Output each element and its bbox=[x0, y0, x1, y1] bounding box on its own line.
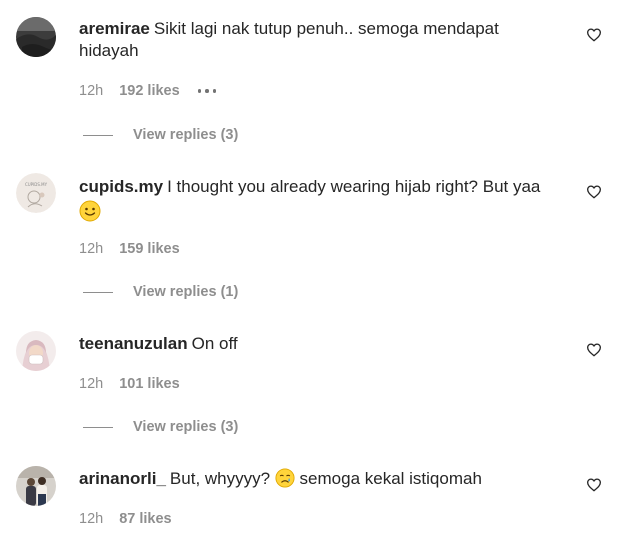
avatar[interactable] bbox=[16, 466, 56, 506]
comment-body-continued: semoga kekal istiqomah bbox=[299, 469, 482, 488]
comment-body: But, whyyyy? bbox=[169, 469, 271, 488]
comment-text: arinanorli_ But, whyyyy? semoga kekal ist… bbox=[79, 468, 559, 490]
crying-face-icon bbox=[275, 468, 295, 488]
heart-outline-icon[interactable] bbox=[586, 477, 602, 493]
likes-count[interactable]: 87 likes bbox=[119, 509, 171, 529]
comment: arinanorli_ But, whyyyy? semoga kekal ist… bbox=[0, 0, 618, 548]
timestamp[interactable]: 12h bbox=[79, 509, 103, 529]
username[interactable]: arinanorli_ bbox=[79, 469, 166, 488]
comment-meta: 12h 87 likes bbox=[79, 509, 172, 529]
